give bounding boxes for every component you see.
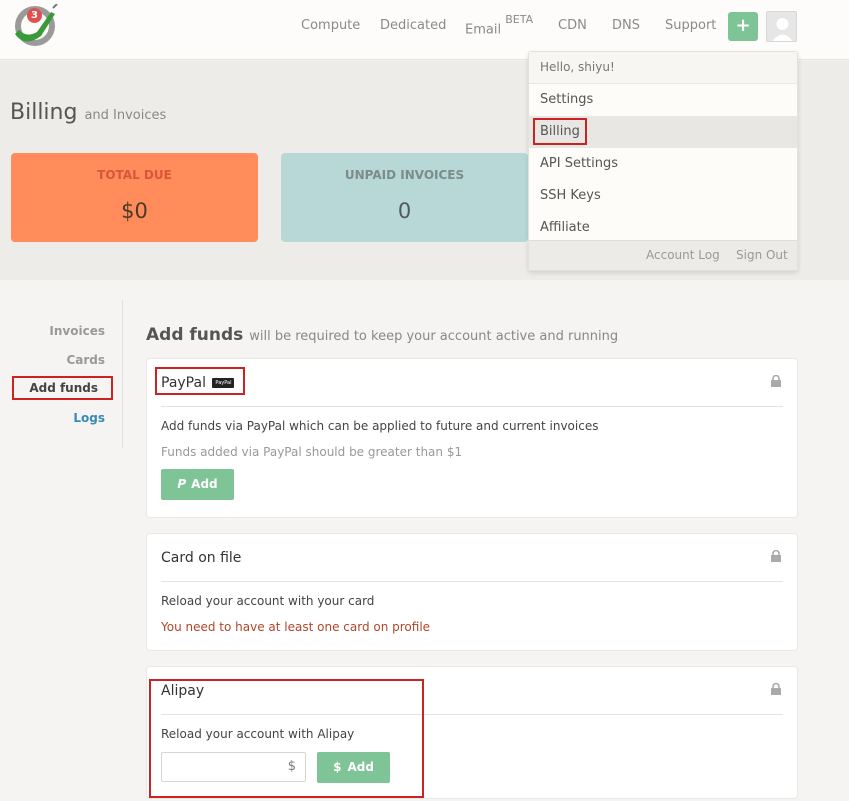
paypal-logo-icon: PayPal [212,378,235,388]
paypal-title-text: PayPal [161,375,206,391]
lock-icon [771,550,781,562]
card-on-file-description: Reload your account with your card [161,594,375,608]
sidebar-item-logs[interactable]: Logs [73,411,105,425]
lock-icon [771,683,781,695]
paypal-note: Funds added via PayPal should be greater… [161,445,463,459]
unpaid-invoices-label: UNPAID INVOICES [344,168,465,182]
card-on-file-warning: You need to have at least one card on pr… [161,620,431,634]
account-dropdown: Hello, shiyu! Settings Billing API Setti… [528,51,798,271]
unpaid-invoices-panel: UNPAID INVOICES 0 [281,153,528,242]
paypal-divider [161,406,783,407]
beta-badge: BETA [505,13,534,26]
section-title: Add funds will be required to keep your … [146,325,618,345]
page-title-main: Billing [10,100,78,125]
paypal-card: PayPal PayPal Add funds via PayPal which… [146,358,798,518]
total-due-value: $0 [121,199,148,223]
paypal-add-button[interactable]: P Add [161,469,234,500]
paypal-add-label: Add [191,477,218,491]
paypal-description: Add funds via PayPal which can be applie… [161,419,599,433]
total-due-label: TOTAL DUE [97,168,172,182]
paypal-title: PayPal PayPal [161,375,235,391]
sign-out-link[interactable]: Sign Out [736,248,788,262]
dropdown-item-ssh-keys[interactable]: SSH Keys [529,180,797,212]
dropdown-item-api-settings[interactable]: API Settings [529,148,797,180]
paypal-logo-text: PayPal [215,380,232,386]
card-on-file-divider [161,581,783,582]
section-title-main: Add funds [146,325,244,345]
sidebar-item-invoices[interactable]: Invoices [49,324,105,338]
logo[interactable]: 3 [11,3,59,48]
nav-support[interactable]: Support [665,18,716,33]
dropdown-item-billing-label: Billing [533,118,587,145]
card-on-file-card: Card on file Reload your account with yo… [146,533,798,651]
create-button[interactable]: + [728,12,758,41]
nav-compute[interactable]: Compute [301,18,360,33]
total-due-panel: TOTAL DUE $0 [11,153,258,242]
nav-dns[interactable]: DNS [612,18,640,33]
dropdown-item-billing[interactable]: Billing [529,116,797,148]
section-title-sub: will be required to keep your account ac… [249,329,619,344]
avatar[interactable] [766,11,797,42]
page-title-sub: and Invoices [84,108,167,123]
lock-icon [771,375,781,387]
nav-cdn[interactable]: CDN [558,18,587,33]
side-divider [122,300,123,448]
card-on-file-title: Card on file [161,550,242,566]
dropdown-greeting: Hello, shiyu! [529,52,797,84]
nav-email[interactable]: Email BETA [465,13,533,38]
dropdown-item-settings[interactable]: Settings [529,84,797,116]
paypal-p-icon: P [177,477,187,491]
notification-badge[interactable]: 3 [27,8,42,23]
nav-email-label: Email [465,22,502,38]
unpaid-invoices-value: 0 [397,199,412,223]
sidebar-item-add-funds[interactable]: Add funds [12,376,113,400]
nav-dedicated[interactable]: Dedicated [380,18,446,33]
sidebar-item-cards[interactable]: Cards [66,353,105,367]
account-log-link[interactable]: Account Log [646,248,720,262]
page-title: Billing and Invoices [10,100,166,125]
user-avatar-icon [767,12,796,41]
dropdown-footer: Account Log Sign Out [529,240,797,270]
alipay-highlight [149,679,424,798]
